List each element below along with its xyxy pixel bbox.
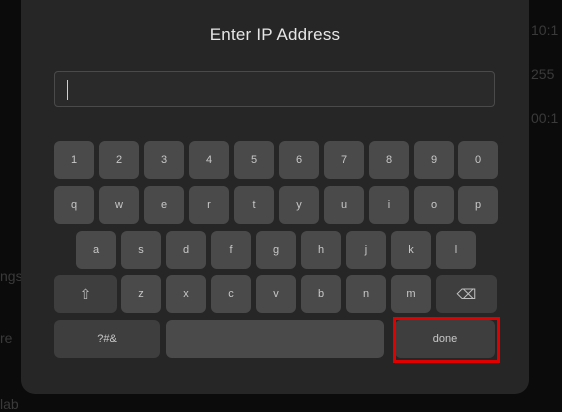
background-text: ngs bbox=[0, 268, 23, 284]
key-c[interactable]: c bbox=[211, 275, 251, 313]
shift-icon: ⇧ bbox=[79, 286, 92, 302]
key-g[interactable]: g bbox=[256, 231, 296, 269]
key-z[interactable]: z bbox=[121, 275, 161, 313]
background-text: lab bbox=[0, 396, 19, 412]
key-s[interactable]: s bbox=[121, 231, 161, 269]
key-9[interactable]: 9 bbox=[414, 141, 454, 179]
dialog-title: Enter IP Address bbox=[209, 25, 341, 44]
key-6[interactable]: 6 bbox=[279, 141, 319, 179]
key-h[interactable]: h bbox=[301, 231, 341, 269]
symbols-key[interactable]: ?#& bbox=[54, 320, 160, 358]
done-highlight-box bbox=[393, 317, 500, 363]
key-2[interactable]: 2 bbox=[99, 141, 139, 179]
backspace-icon: ⌫ bbox=[456, 286, 477, 302]
key-j[interactable]: j bbox=[346, 231, 386, 269]
background-text: re bbox=[0, 330, 13, 346]
key-t[interactable]: t bbox=[234, 186, 274, 224]
key-d[interactable]: d bbox=[166, 231, 206, 269]
background-text: 255 bbox=[531, 66, 555, 82]
key-4[interactable]: 4 bbox=[189, 141, 229, 179]
key-5[interactable]: 5 bbox=[234, 141, 274, 179]
key-w[interactable]: w bbox=[99, 186, 139, 224]
key-0[interactable]: 0 bbox=[458, 141, 498, 179]
key-x[interactable]: x bbox=[166, 275, 206, 313]
key-f[interactable]: f bbox=[211, 231, 251, 269]
space-key[interactable] bbox=[166, 320, 384, 358]
text-caret bbox=[67, 80, 68, 100]
key-i[interactable]: i bbox=[369, 186, 409, 224]
background-text: 10:1 bbox=[531, 22, 559, 38]
key-u[interactable]: u bbox=[324, 186, 364, 224]
key-r[interactable]: r bbox=[189, 186, 229, 224]
key-k[interactable]: k bbox=[391, 231, 431, 269]
key-p[interactable]: p bbox=[458, 186, 498, 224]
key-7[interactable]: 7 bbox=[324, 141, 364, 179]
key-n[interactable]: n bbox=[346, 275, 386, 313]
ip-address-input[interactable] bbox=[54, 71, 495, 107]
key-3[interactable]: 3 bbox=[144, 141, 184, 179]
key-e[interactable]: e bbox=[144, 186, 184, 224]
backspace-key[interactable]: ⌫ bbox=[436, 275, 497, 313]
key-o[interactable]: o bbox=[414, 186, 454, 224]
background-text: 00:1 bbox=[531, 110, 559, 126]
key-l[interactable]: l bbox=[436, 231, 476, 269]
key-8[interactable]: 8 bbox=[369, 141, 409, 179]
key-b[interactable]: b bbox=[301, 275, 341, 313]
key-a[interactable]: a bbox=[76, 231, 116, 269]
key-y[interactable]: y bbox=[279, 186, 319, 224]
key-m[interactable]: m bbox=[391, 275, 431, 313]
key-v[interactable]: v bbox=[256, 275, 296, 313]
shift-key[interactable]: ⇧ bbox=[54, 275, 117, 313]
key-1[interactable]: 1 bbox=[54, 141, 94, 179]
key-q[interactable]: q bbox=[54, 186, 94, 224]
